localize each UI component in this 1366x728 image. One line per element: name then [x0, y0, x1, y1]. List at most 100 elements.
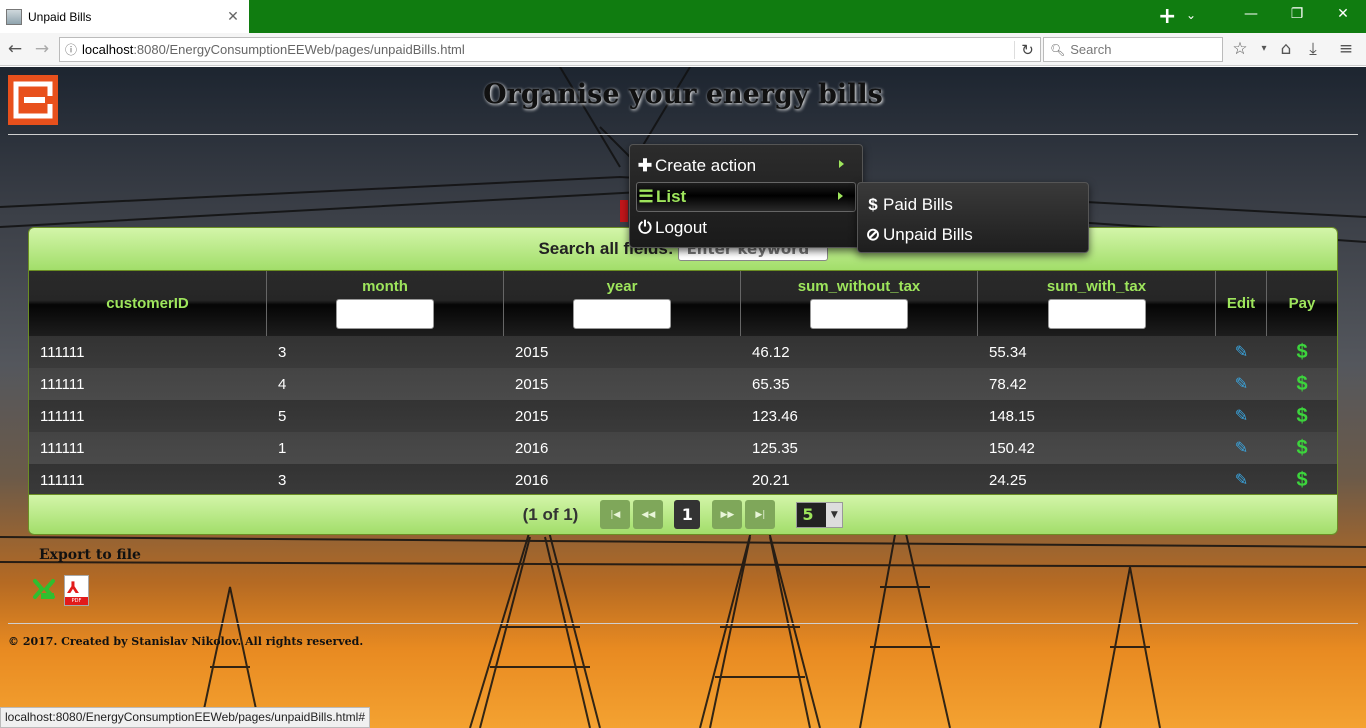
table-row[interactable]: 111111 3 2015 46.12 55.34 ✎ $: [29, 336, 1337, 368]
bookmark-menu-chevron-icon[interactable]: ▾: [1253, 43, 1275, 54]
restore-icon[interactable]: ❐: [1287, 6, 1307, 22]
edit-pencil-icon[interactable]: ✎: [1216, 342, 1267, 362]
search-input[interactable]: 🔍︎ Search: [1043, 37, 1223, 62]
page-title: Organise your energy bills: [483, 79, 883, 110]
pay-dollar-icon[interactable]: $: [1267, 437, 1337, 460]
column-label: sum_with_tax: [1046, 278, 1147, 295]
menu-item-list[interactable]: ☰ List: [636, 182, 856, 212]
column-header-sum-with-tax[interactable]: sum_with_tax: [978, 271, 1216, 336]
submenu-arrow-icon: [838, 192, 843, 200]
address-bar[interactable]: ⓘ localhost:8080/EnergyConsumptionEEWeb/…: [59, 37, 1041, 62]
list-submenu: $ Paid Bills ⊘ Unpaid Bills: [857, 182, 1089, 253]
table-row[interactable]: 111111 1 2016 125.35 150.42 ✎ $: [29, 432, 1337, 464]
cell-customerid: 111111: [40, 375, 85, 393]
cell-customerid: 111111: [40, 407, 85, 425]
column-label: Edit: [1226, 295, 1256, 312]
month-filter-input[interactable]: [336, 299, 434, 329]
browser-nav-bar: ← → ⓘ localhost:8080/EnergyConsumptionEE…: [0, 33, 1366, 66]
edit-pencil-icon[interactable]: ✎: [1216, 470, 1267, 490]
cell-year: 2015: [515, 407, 549, 425]
first-page-icon[interactable]: |◀: [600, 500, 631, 529]
table-header: customerID month year sum_without_tax su…: [29, 271, 1337, 336]
cell-month: 4: [278, 375, 287, 393]
excel-export-icon[interactable]: [32, 577, 56, 601]
submenu-item-label: Paid Bills: [883, 195, 953, 214]
edit-pencil-icon[interactable]: ✎: [1216, 406, 1267, 426]
pay-dollar-icon[interactable]: $: [1267, 341, 1337, 364]
column-header-month[interactable]: month: [267, 271, 504, 336]
home-icon[interactable]: ⌂: [1275, 39, 1297, 59]
sum-without-tax-filter-input[interactable]: [810, 299, 908, 329]
column-header-sum-without-tax[interactable]: sum_without_tax: [741, 271, 978, 336]
cell-sum-with-tax: 150.42: [989, 439, 1035, 457]
dollar-icon: $: [868, 195, 878, 214]
submenu-item-label: Unpaid Bills: [883, 225, 973, 244]
cell-month: 1: [278, 439, 287, 457]
bookmark-star-icon[interactable]: ☆: [1229, 39, 1251, 59]
column-header-edit: Edit: [1216, 271, 1267, 336]
column-label: Pay: [1288, 295, 1316, 312]
next-page-icon[interactable]: ▶▶: [712, 500, 743, 529]
pay-dollar-icon[interactable]: $: [1267, 469, 1337, 492]
footer-copyright: © 2017. Created by Stanislav Nikolov. Al…: [8, 635, 364, 648]
cell-sum-without-tax: 65.35: [752, 375, 790, 393]
power-icon: ⏻: [638, 218, 652, 237]
menu-hamburger-icon[interactable]: ≡: [1335, 39, 1357, 59]
menu-item-logout[interactable]: ⏻ Logout: [636, 213, 856, 243]
export-label: Export to file: [39, 547, 141, 563]
pay-dollar-icon[interactable]: $: [1267, 373, 1337, 396]
submenu-item-paid-bills[interactable]: $ Paid Bills: [864, 190, 1082, 220]
tab-title: Unpaid Bills: [28, 9, 92, 24]
cell-sum-with-tax: 24.25: [989, 471, 1027, 489]
page-favicon-icon: [6, 8, 22, 25]
forward-arrow-icon[interactable]: →: [31, 39, 53, 59]
column-label: customerID: [106, 295, 189, 312]
menu-item-create-action[interactable]: ✚ Create action: [636, 151, 856, 181]
column-label: year: [606, 278, 638, 295]
site-info-icon[interactable]: ⓘ: [60, 41, 82, 58]
plus-icon: ✚: [637, 156, 653, 175]
cell-customerid: 111111: [40, 471, 85, 489]
downloads-icon[interactable]: ⤓: [1302, 39, 1324, 59]
minimize-icon[interactable]: —: [1241, 6, 1261, 22]
cell-sum-without-tax: 123.46: [752, 407, 798, 425]
chevron-down-icon[interactable]: ▼: [826, 502, 843, 527]
tab-list-chevron-icon[interactable]: ⌄: [1186, 8, 1196, 22]
column-header-year[interactable]: year: [504, 271, 741, 336]
edit-pencil-icon[interactable]: ✎: [1216, 438, 1267, 458]
column-header-customerid[interactable]: customerID: [29, 271, 267, 336]
cell-year: 2016: [515, 471, 549, 489]
main-menu: ✚ Create action ☰ List ⏻ Logout: [629, 144, 863, 248]
rows-per-page-value: 5: [802, 505, 814, 524]
list-icon: ☰: [638, 187, 654, 206]
current-page-button[interactable]: 1: [674, 500, 701, 529]
year-filter-input[interactable]: [573, 299, 671, 329]
table-row[interactable]: 111111 5 2015 123.46 148.15 ✎ $: [29, 400, 1337, 432]
pay-dollar-icon[interactable]: $: [1267, 405, 1337, 428]
cell-sum-without-tax: 125.35: [752, 439, 798, 457]
submenu-item-unpaid-bills[interactable]: ⊘ Unpaid Bills: [864, 220, 1082, 250]
table-row[interactable]: 111111 4 2015 65.35 78.42 ✎ $: [29, 368, 1337, 400]
column-header-pay: Pay: [1267, 271, 1337, 336]
search-icon: 🔍︎: [1050, 42, 1066, 57]
cell-month: 3: [278, 471, 287, 489]
tab-close-icon[interactable]: ✕: [223, 9, 243, 25]
menu-item-label: Logout: [655, 218, 707, 237]
table-row[interactable]: 111111 3 2016 20.21 24.25 ✎ $: [29, 464, 1337, 496]
last-page-icon[interactable]: ▶|: [745, 500, 776, 529]
new-tab-icon[interactable]: +: [1158, 4, 1176, 29]
browser-tab[interactable]: Unpaid Bills ✕: [0, 0, 249, 33]
cell-sum-with-tax: 78.42: [989, 375, 1027, 393]
edit-pencil-icon[interactable]: ✎: [1216, 374, 1267, 394]
url-text[interactable]: localhost:8080/EnergyConsumptionEEWeb/pa…: [82, 42, 1014, 57]
prev-page-icon[interactable]: ◀◀: [633, 500, 664, 529]
column-label: month: [362, 278, 408, 295]
window-close-icon[interactable]: ✕: [1333, 6, 1353, 22]
cell-year: 2015: [515, 375, 549, 393]
back-arrow-icon[interactable]: ←: [4, 39, 26, 59]
pdf-export-icon[interactable]: ⅄ PDF: [64, 575, 89, 606]
rows-per-page-select[interactable]: 5 ▼: [796, 501, 844, 528]
sum-with-tax-filter-input[interactable]: [1047, 299, 1146, 329]
reload-icon[interactable]: ↻: [1014, 40, 1040, 59]
ban-icon: ⊘: [865, 225, 881, 244]
